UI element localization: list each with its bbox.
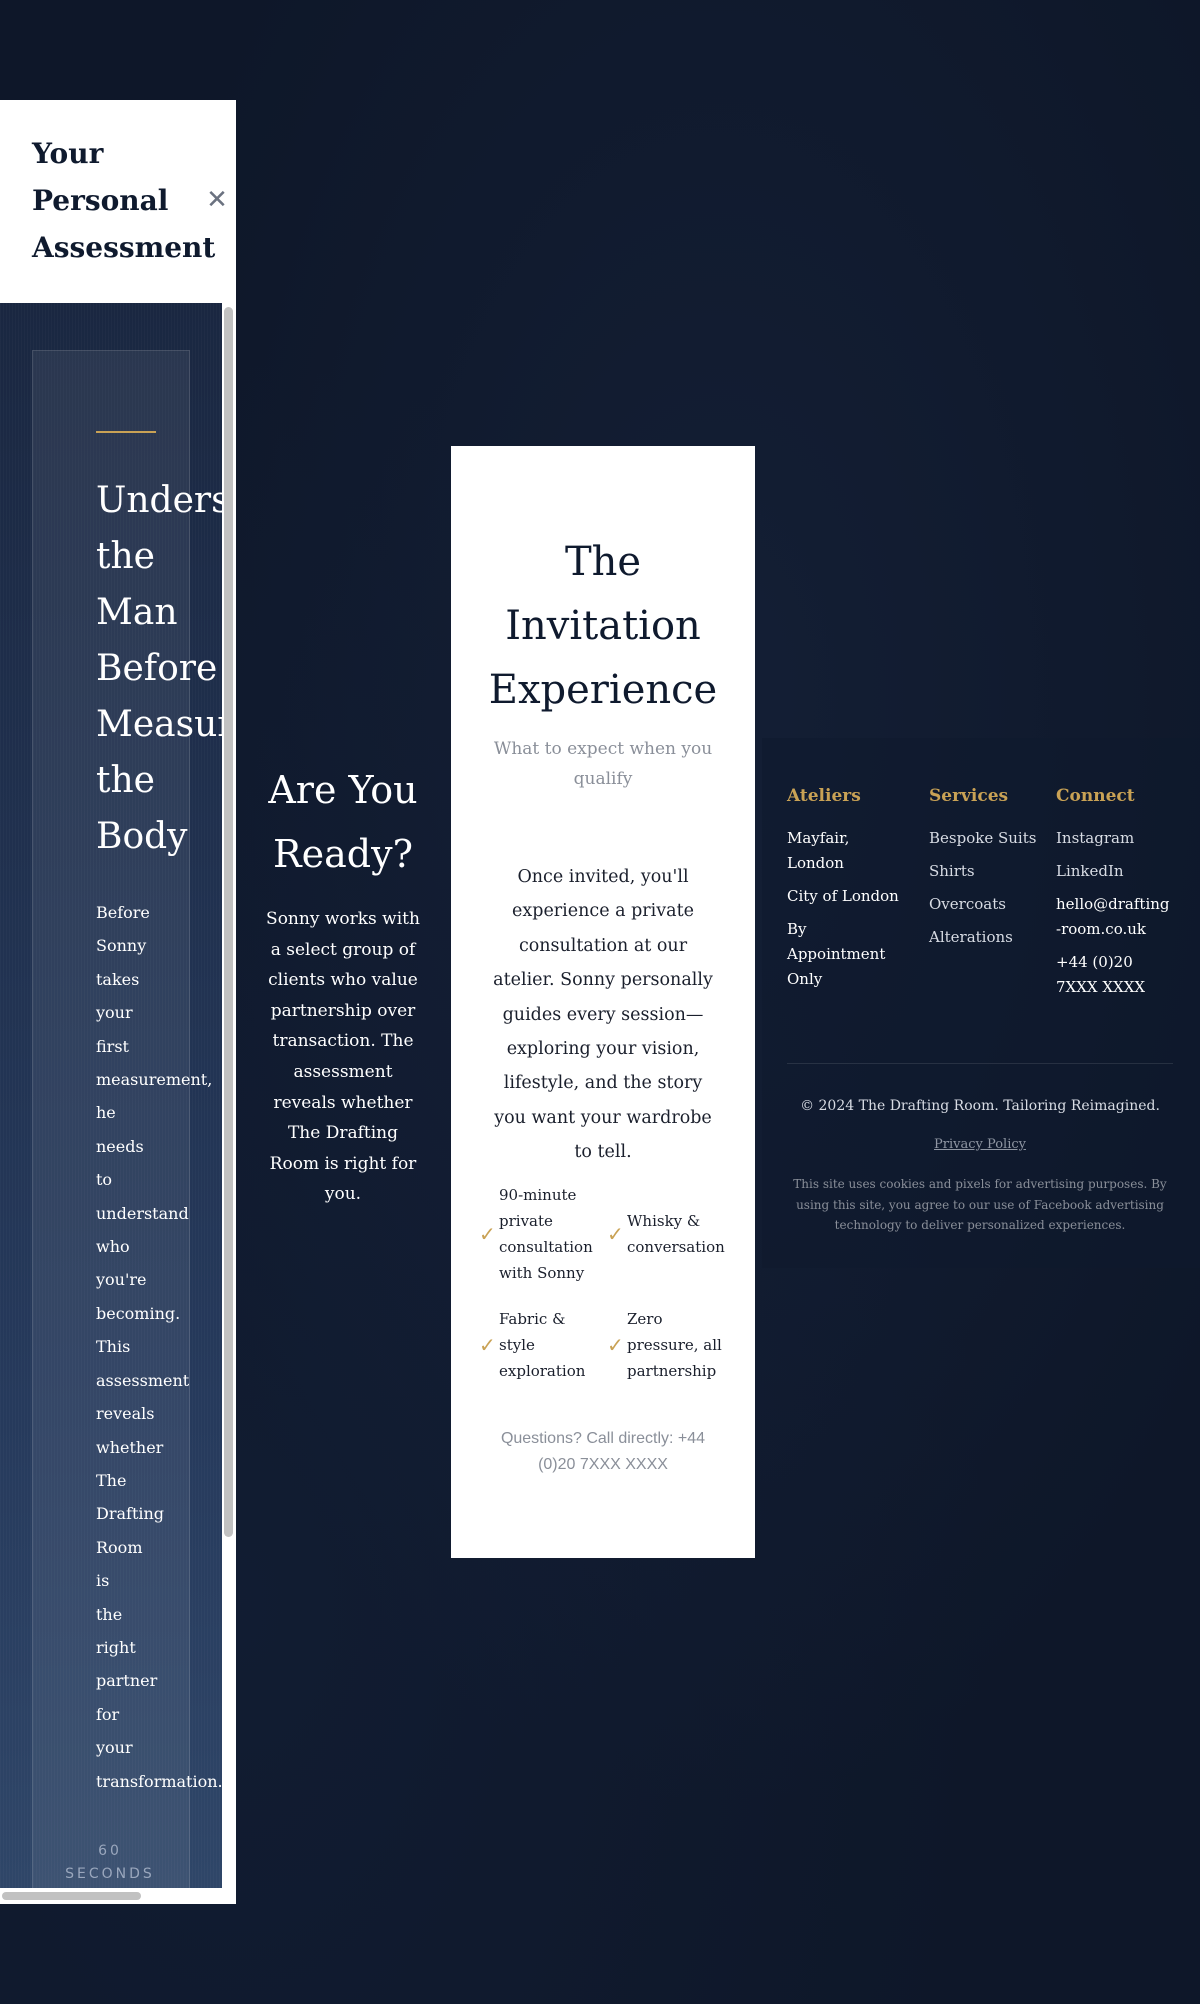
feature-item: ✓ Whisky & conversation — [607, 1182, 729, 1286]
copyright: © 2024 The Drafting Room. Tailoring Reim… — [800, 1098, 1160, 1114]
feature-text: Zero pressure, all partnership — [627, 1310, 722, 1380]
check-icon: ✓ — [607, 1333, 624, 1357]
feature-text: 90-minute private consultation with Sonn… — [499, 1186, 593, 1282]
close-icon[interactable]: ✕ — [205, 187, 229, 213]
privacy-policy-link[interactable]: Privacy Policy — [787, 1135, 1173, 1155]
ready-title: Are You Ready? — [268, 768, 418, 876]
vertical-scrollbar-thumb[interactable] — [224, 307, 233, 1537]
footer-heading-services: Services — [929, 786, 1009, 806]
footer-ateliers: Ateliers Mayfair, London City of London … — [787, 784, 907, 1000]
footer-link-linkedin[interactable]: LinkedIn — [1056, 859, 1174, 884]
footer-link-instagram[interactable]: Instagram — [1056, 826, 1174, 851]
feature-list: ✓ 90-minute private consultation with So… — [479, 1182, 729, 1384]
modal-header: Your Personal Assessment ✕ — [0, 100, 236, 303]
footer-link-bespoke-suits[interactable]: Bespoke Suits — [929, 826, 1039, 851]
ready-section: Are You Ready? Sonny works with a select… — [262, 758, 424, 1210]
footer-link-phone[interactable]: +44 (0)20 7XXX XXXX — [1056, 950, 1174, 1000]
footer-link-overcoats[interactable]: Overcoats — [929, 892, 1039, 917]
timer-unit: SECONDS — [65, 1866, 155, 1882]
check-icon: ✓ — [479, 1222, 496, 1246]
invitation-intro: Once invited, you'll experience a privat… — [493, 867, 713, 1163]
site-footer: Ateliers Mayfair, London City of London … — [762, 738, 1200, 1268]
footer-link-shirts[interactable]: Shirts — [929, 859, 1039, 884]
cookie-notice: This site uses cookies and pixels for ad… — [793, 1177, 1167, 1232]
feature-item: ✓ Zero pressure, all partnership — [607, 1306, 729, 1384]
card-heading: Understanding the Man Before Measuring t… — [96, 480, 222, 857]
assessment-modal: Your Personal Assessment ✕ Understanding… — [0, 100, 236, 1904]
footer-link-alterations[interactable]: Alterations — [929, 925, 1039, 950]
invitation-title: The Invitation Experience — [488, 539, 718, 713]
check-icon: ✓ — [607, 1222, 624, 1246]
ready-text: Sonny works with a select group of clien… — [266, 909, 420, 1205]
timer-label: 60 SECONDS — [54, 1840, 166, 1886]
invitation-card: The Invitation Experience What to expect… — [451, 446, 755, 1558]
feature-text: Fabric & style exploration — [499, 1310, 586, 1380]
feature-item: ✓ Fabric & style exploration — [479, 1306, 601, 1384]
footer-heading-ateliers: Ateliers — [787, 786, 861, 806]
footer-services: Services Bespoke Suits Shirts Overcoats … — [929, 784, 1039, 958]
footer-item-appointment: By Appointment Only — [787, 920, 886, 988]
modal-body[interactable]: Understanding the Man Before Measuring t… — [0, 303, 222, 1888]
footer-connect: Connect Instagram LinkedIn hello@draftin… — [1056, 784, 1174, 1008]
check-icon: ✓ — [479, 1333, 496, 1357]
gold-divider — [96, 431, 156, 433]
horizontal-scrollbar-thumb[interactable] — [2, 1892, 141, 1900]
footer-link-email[interactable]: hello@drafting-room.co.uk — [1056, 892, 1174, 942]
footer-divider — [787, 1063, 1173, 1064]
feature-item: ✓ 90-minute private consultation with So… — [479, 1182, 601, 1286]
invitation-subtitle: What to expect when you qualify — [493, 739, 713, 789]
footer-heading-connect: Connect — [1056, 786, 1135, 806]
timer-number: 60 — [98, 1843, 122, 1859]
call-link[interactable]: Questions? Call directly: +44 (0)20 7XXX… — [487, 1426, 719, 1478]
card-text: Before Sonny takes your first measuremen… — [96, 903, 222, 1791]
feature-text: Whisky & conversation — [627, 1212, 725, 1256]
footer-item-mayfair: Mayfair, London — [787, 829, 850, 872]
footer-item-city: City of London — [787, 887, 899, 905]
modal-title: Your Personal Assessment — [32, 137, 216, 264]
